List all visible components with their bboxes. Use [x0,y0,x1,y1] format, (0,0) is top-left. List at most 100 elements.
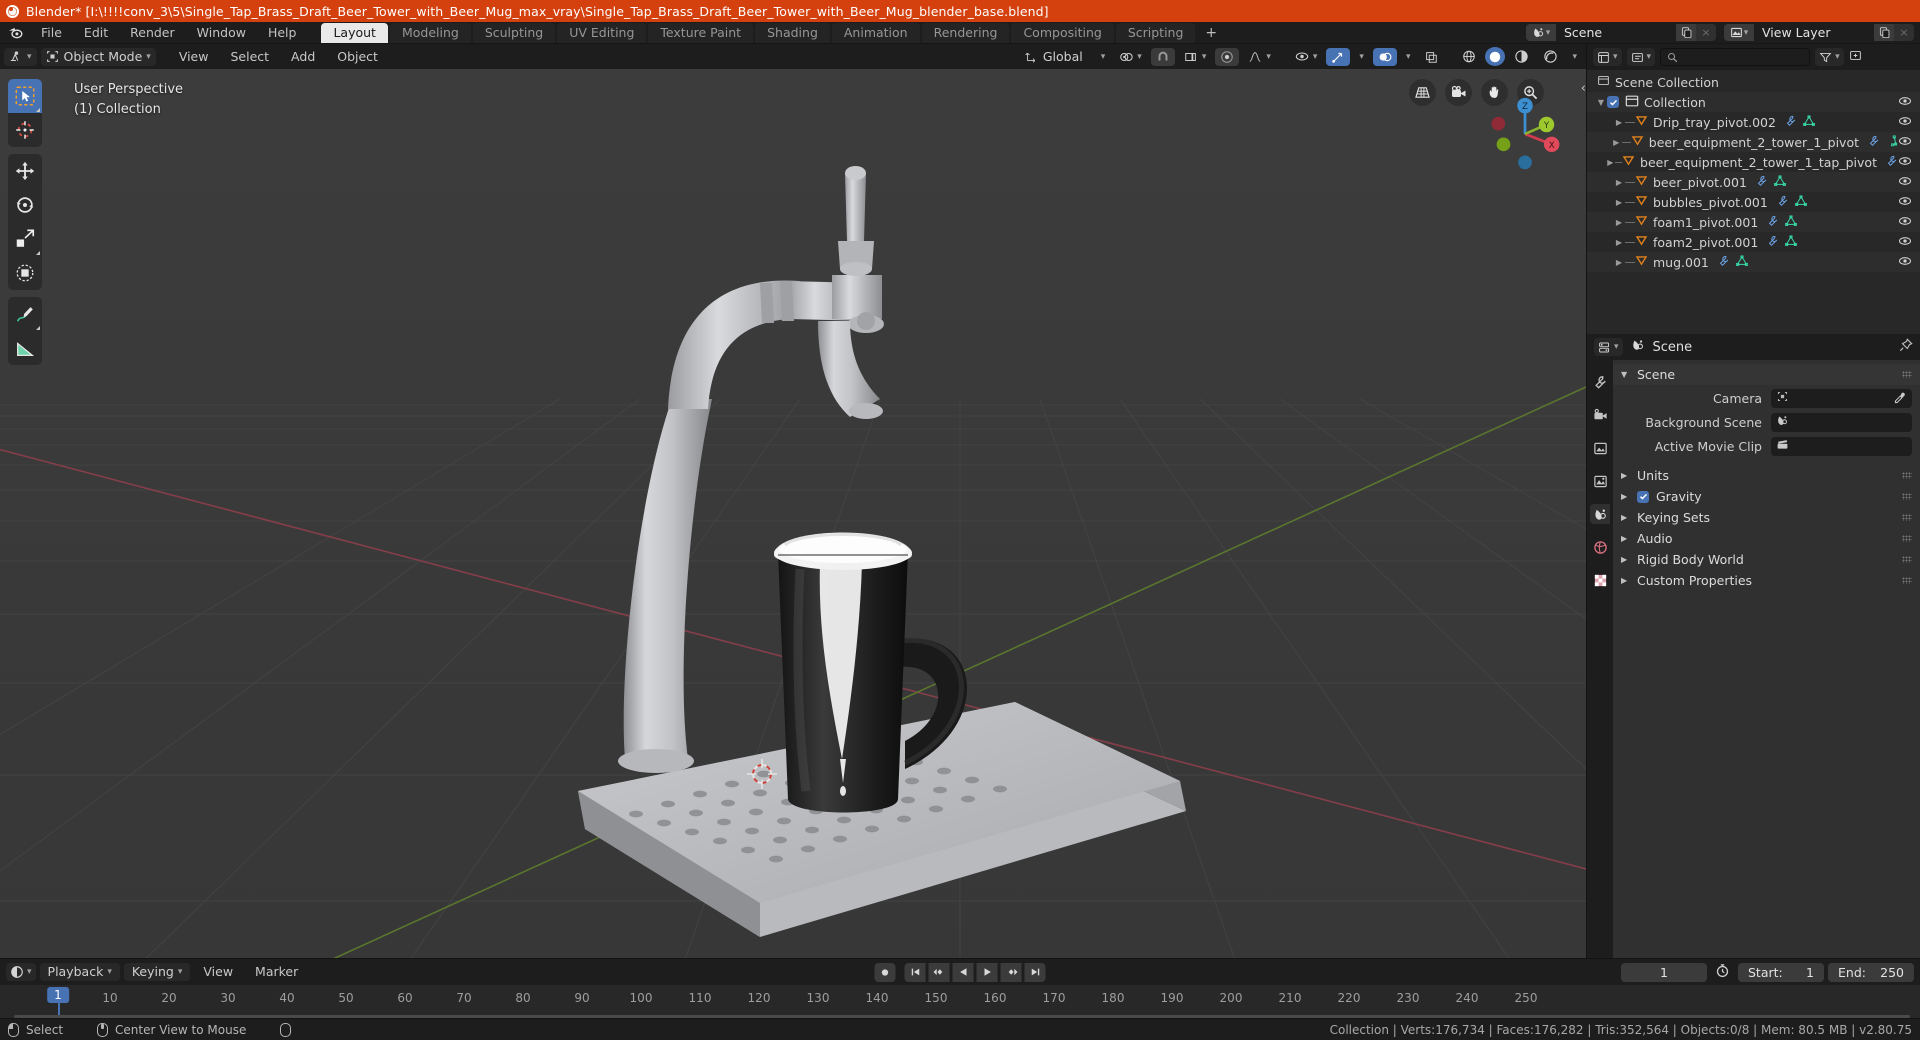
modifier-icon[interactable] [1777,195,1789,210]
blender-menu-icon[interactable] [0,22,30,43]
navigation-gizmo[interactable]: Z X Y [1482,91,1568,177]
modifier-icon[interactable] [1868,135,1880,150]
collection-expand-triangle[interactable]: ▼ [1595,98,1607,107]
3d-viewport[interactable]: User Perspective (1) Collection Z X Y ‹ [0,69,1586,958]
mesh-data-icon[interactable] [1794,194,1807,210]
properties-editor-type-icon[interactable]: ▾ [1594,338,1623,356]
pivot-point-selector[interactable]: ▾ [1114,48,1147,66]
shading-material-preview-button[interactable] [1509,48,1534,66]
scene-name[interactable]: Scene [1556,24,1676,41]
scale-tool[interactable] [8,222,42,256]
expand-triangle[interactable]: ▶ [1613,198,1625,207]
modifier-icon[interactable] [1785,115,1797,130]
snap-target-selector[interactable]: ▾ [1179,48,1212,66]
next-keyframe-button[interactable] [1000,962,1022,982]
scene-icon[interactable]: ▾ [1526,24,1556,41]
transform-orientation-selector[interactable]: Global ▾ [1020,48,1110,66]
viewport-menu-select[interactable]: Select [221,48,278,66]
properties-tab-output[interactable] [1590,438,1610,458]
properties-tab-view-layer[interactable] [1590,471,1610,491]
transform-tool[interactable] [8,256,42,290]
object-visibility-eye-icon[interactable] [1898,154,1912,171]
menu-window[interactable]: Window [186,22,257,44]
cursor-tool[interactable] [8,113,42,147]
proportional-edit-toggle[interactable] [1215,47,1240,66]
outliner-tree[interactable]: Scene Collection ▼ Collection ▶ Drip_tra… [1587,70,1920,334]
object-visibility-eye-icon[interactable] [1898,234,1912,251]
outliner-row-object[interactable]: ▶ bubbles_pivot.001 [1587,192,1920,212]
expand-triangle[interactable]: ▶ [1611,138,1622,147]
panel-custom-properties[interactable]: ▶ Custom Properties [1613,570,1920,591]
frame-end-field[interactable]: End: 250 [1828,962,1914,982]
scene-datablock[interactable]: ▾ Scene × [1526,24,1716,41]
shading-solid-button[interactable] [1485,47,1506,66]
viewport-visibility-selector[interactable]: ▾ [1290,48,1323,66]
tab-uv-editing[interactable]: UV Editing [557,23,647,43]
proportional-falloff-selector[interactable]: ▾ [1243,48,1276,66]
mesh-data-icon[interactable] [1736,254,1748,270]
mesh-data-icon[interactable] [1774,174,1786,190]
outliner-display-mode-icon[interactable]: ▾ [1626,48,1656,66]
mesh-data-icon[interactable] [1785,234,1798,250]
modifier-icon[interactable] [1756,175,1768,190]
outliner-row-object[interactable]: ▶ beer_equipment_2_tower_1_pivot [1587,132,1920,152]
panel-rigid-body-world[interactable]: ▶ Rigid Body World [1613,549,1920,570]
overlays-toggle[interactable] [1372,47,1397,66]
field-camera-input[interactable] [1771,388,1912,409]
tweak-select-box-tool[interactable] [8,79,42,113]
measure-tool[interactable] [8,331,42,365]
tab-animation[interactable]: Animation [831,23,920,43]
tab-compositing[interactable]: Compositing [1011,23,1114,43]
properties-tab-render[interactable] [1590,405,1610,425]
panel-scene[interactable]: ▼ Scene [1613,364,1920,385]
unlink-scene-button[interactable]: × [1696,24,1716,41]
modifier-icon[interactable] [1886,155,1898,170]
modifier-icon[interactable] [1767,235,1779,250]
gizmo-options-dropdown[interactable]: ▾ [1354,48,1369,66]
properties-tab-tool[interactable] [1590,372,1610,392]
tab-modeling[interactable]: Modeling [389,23,471,43]
jump-to-end-button[interactable] [1024,962,1046,982]
timeline-editor-type-icon[interactable]: ▾ [6,963,36,981]
outliner-editor-type-icon[interactable]: ▾ [1593,48,1622,66]
timeline-scrollbar[interactable] [0,1014,1920,1018]
tab-scripting[interactable]: Scripting [1115,23,1196,43]
unlink-view-layer-button[interactable]: × [1894,24,1914,41]
mesh-data-icon[interactable] [1785,214,1798,230]
viewport-menu-object[interactable]: Object [328,48,387,66]
mesh-data-icon[interactable] [1886,134,1898,150]
auto-keying-icon[interactable] [1715,963,1730,982]
eyedropper-icon[interactable] [1893,392,1906,409]
properties-tab-world[interactable] [1590,537,1610,557]
menu-render[interactable]: Render [119,22,186,44]
jump-to-start-button[interactable] [904,962,926,982]
outliner-row-collection[interactable]: ▼ Collection [1587,92,1920,112]
add-workspace-button[interactable]: + [1197,23,1225,43]
object-mode-selector[interactable]: Object Mode ▾ [40,47,156,66]
timeline-menu-marker[interactable]: Marker [246,963,307,981]
view-layer-datablock[interactable]: ▾ View Layer × [1724,24,1914,41]
object-visibility-eye-icon[interactable] [1898,174,1912,191]
menu-edit[interactable]: Edit [73,22,119,44]
annotate-tool[interactable] [8,297,42,331]
timeline-menu-view[interactable]: View [194,963,242,981]
pin-icon[interactable] [1899,338,1913,356]
outliner-row-object[interactable]: ▶ mug.001 [1587,252,1920,272]
viewport-menu-add[interactable]: Add [282,48,324,66]
shading-rendered-button[interactable] [1538,48,1563,66]
modifier-icon[interactable] [1767,215,1779,230]
timeline-menu-playback[interactable]: Playback ▾ [39,963,120,981]
new-view-layer-icon[interactable] [1874,24,1894,41]
outliner-row-object[interactable]: ▶ foam1_pivot.001 [1587,212,1920,232]
object-visibility-eye-icon[interactable] [1898,254,1912,271]
xray-toggle[interactable] [1419,48,1443,66]
panel-keying-sets[interactable]: ▶ Keying Sets [1613,507,1920,528]
gravity-checkbox[interactable] [1637,490,1649,503]
outliner-row-object[interactable]: ▶ beer_pivot.001 [1587,172,1920,192]
editor-type-3d-view-icon[interactable]: ▾ [4,47,37,66]
play-reverse-button[interactable] [952,962,974,982]
gizmo-toggle[interactable] [1326,47,1351,66]
field-active-movie-clip[interactable]: Active Movie Clip [1613,435,1912,457]
overlays-options-dropdown[interactable]: ▾ [1401,48,1416,66]
snap-toggle[interactable] [1150,47,1175,66]
